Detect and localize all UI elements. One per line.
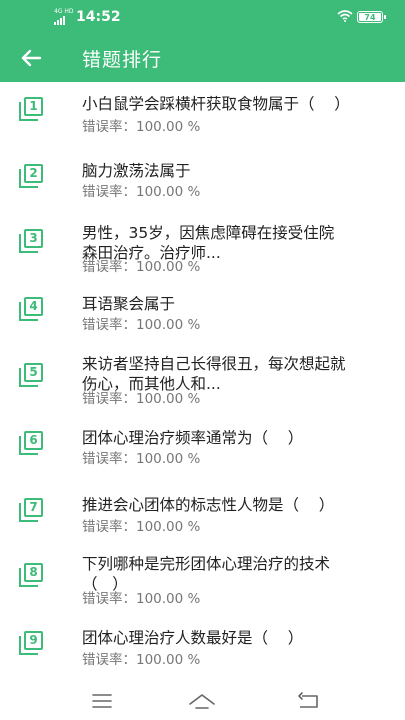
- rank-number: 3: [24, 229, 43, 248]
- stacked-square-icon: 1: [19, 97, 45, 121]
- return-icon: [298, 692, 318, 708]
- wifi-icon: [337, 10, 353, 22]
- error-rate: 错误率：100.00 %: [82, 519, 201, 535]
- stacked-square-icon: 2: [19, 164, 45, 188]
- stacked-square-icon: 6: [19, 431, 45, 455]
- question-text: 团体心理治疗频率通常为（ ）: [82, 429, 304, 447]
- error-rate: 错误率：100.00 %: [82, 259, 201, 275]
- rank-number: 4: [24, 297, 43, 316]
- nav-back-button[interactable]: [288, 688, 328, 714]
- question-list: 1 小白鼠学会踩横杆获取食物属于（ ） 错误率：100.00 % 2 脑力激荡法…: [0, 82, 405, 680]
- system-nav-bar: [0, 680, 405, 720]
- question-row[interactable]: 8 下列哪种是完形团体心理治疗的技术 （ ） 错误率：100.00 %: [0, 554, 405, 614]
- page-title: 错题排行: [82, 49, 163, 71]
- signal-icon: 4G HD: [54, 8, 74, 25]
- error-rate: 错误率：100.00 %: [82, 317, 201, 333]
- question-text: 推进会心团体的标志性人物是（ ）: [82, 496, 335, 514]
- home-icon: [189, 694, 215, 709]
- question-row[interactable]: 1 小白鼠学会踩横杆获取食物属于（ ） 错误率：100.00 %: [0, 92, 405, 146]
- question-text: 耳语聚会属于: [82, 295, 176, 313]
- question-row[interactable]: 2 脑力激荡法属于 错误率：100.00 %: [0, 161, 405, 215]
- stacked-square-icon: 4: [19, 297, 45, 321]
- rank-number: 9: [24, 631, 43, 650]
- question-row[interactable]: 3 男性，35岁，因焦虑障碍在接受住院 森田治疗。治疗师... 错误率：100.…: [0, 220, 405, 280]
- status-bar: 4G HD 14:52 74: [0, 0, 405, 34]
- rank-number: 6: [24, 431, 43, 450]
- question-row[interactable]: 9 团体心理治疗人数最好是（ ） 错误率：100.00 %: [0, 628, 405, 680]
- rank-number: 8: [24, 563, 43, 582]
- error-rate: 错误率：100.00 %: [82, 119, 201, 135]
- rank-number: 5: [24, 363, 43, 382]
- question-row[interactable]: 6 团体心理治疗频率通常为（ ） 错误率：100.00 %: [0, 428, 405, 482]
- error-rate: 错误率：100.00 %: [82, 451, 201, 467]
- rank-number: 7: [24, 498, 43, 517]
- nav-home-button[interactable]: [182, 688, 222, 714]
- error-rate: 错误率：100.00 %: [82, 391, 201, 407]
- question-row[interactable]: 7 推进会心团体的标志性人物是（ ） 错误率：100.00 %: [0, 495, 405, 549]
- back-button[interactable]: [14, 43, 48, 73]
- nav-menu-button[interactable]: [82, 688, 122, 714]
- app-bar: 错题排行: [0, 34, 405, 82]
- question-text: 来访者坚持自己长得很丑，每次想起就 伤心，而其他人和...: [82, 355, 346, 393]
- arrow-left-icon: [21, 49, 42, 67]
- question-text: 小白鼠学会踩横杆获取食物属于（ ）: [82, 95, 350, 113]
- question-text: 脑力激荡法属于: [82, 162, 191, 180]
- rank-number: 1: [24, 97, 43, 116]
- rank-number: 2: [24, 164, 43, 183]
- battery-level: 74: [359, 13, 381, 22]
- question-row[interactable]: 5 来访者坚持自己长得很丑，每次想起就 伤心，而其他人和... 错误率：100.…: [0, 354, 405, 414]
- stacked-square-icon: 3: [19, 229, 45, 253]
- question-text: 男性，35岁，因焦虑障碍在接受住院 森田治疗。治疗师...: [82, 224, 335, 262]
- question-text: 下列哪种是完形团体心理治疗的技术 （ ）: [82, 555, 331, 593]
- stacked-square-icon: 8: [19, 563, 45, 587]
- error-rate: 错误率：100.00 %: [82, 591, 201, 607]
- question-text: 团体心理治疗人数最好是（ ）: [82, 629, 304, 647]
- stacked-square-icon: 9: [19, 631, 45, 655]
- stacked-square-icon: 5: [19, 363, 45, 387]
- error-rate: 错误率：100.00 %: [82, 652, 201, 668]
- menu-icon: [92, 694, 112, 708]
- question-row[interactable]: 4 耳语聚会属于 错误率：100.00 %: [0, 294, 405, 348]
- stacked-square-icon: 7: [19, 498, 45, 522]
- error-rate: 错误率：100.00 %: [82, 184, 201, 200]
- battery-icon: 74: [357, 11, 386, 23]
- status-time: 14:52: [76, 9, 121, 25]
